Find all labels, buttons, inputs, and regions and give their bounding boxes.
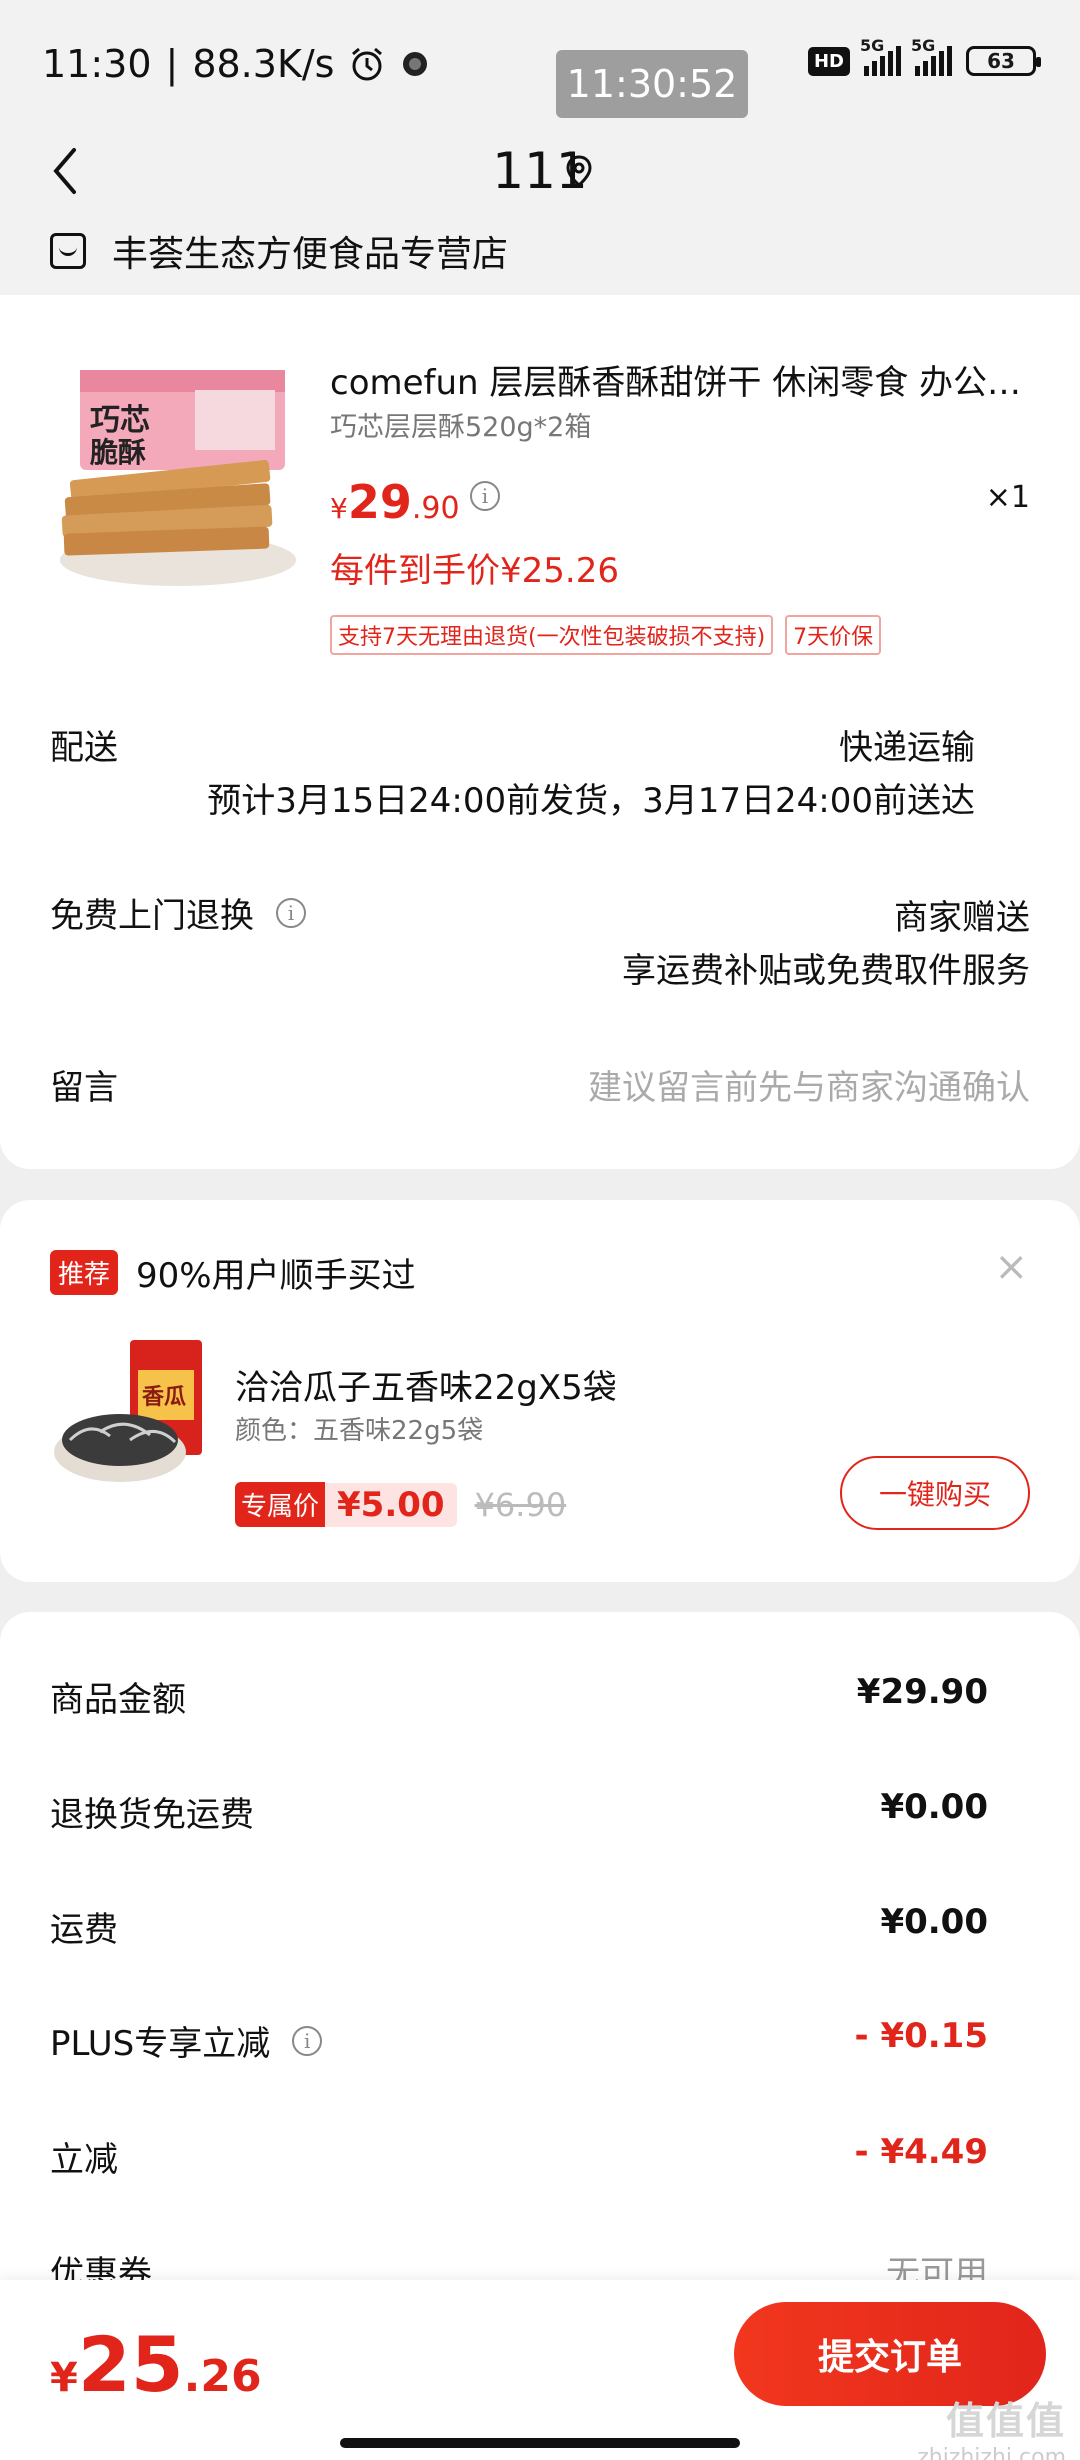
one-click-buy-button[interactable]: 一键购买 [840,1456,1030,1530]
summary-label-discount: 立减 [50,2140,118,2180]
product-title[interactable]: comefun 层层酥香酥甜饼干 休闲零食 办公室下午茶早餐代餐 [330,355,1030,404]
price-protect-tag: 7天价保 [785,615,882,655]
store-row[interactable]: 丰荟生态方便食品专营店 [50,225,508,277]
clock-overlay: 11:30:52 [556,50,748,118]
order-card: 丰荟生态方便食品专营店 巧芯 脆酥 comefun 层层酥香酥甜饼干 休闲零食 … [0,205,1080,1169]
original-price: ¥6.90 [474,1485,567,1524]
location-icon[interactable] [565,154,593,188]
delivery-method[interactable]: 快递运输 [839,720,975,769]
message-label: 留言 [50,1068,118,1108]
summary-value-discount: - ¥4.49 [854,2132,989,2172]
summary-label-plus: PLUS专享立减 [50,2024,271,2064]
recommend-item-spec: 颜色：五香味22g5袋 [235,1416,484,1446]
service-tags: 支持7天无理由退货(一次性包装破损不支持) 7天价保 [330,615,882,655]
signal-icon-2: 5G [911,36,952,76]
summary-label-shipping: 运费 [50,1910,118,1950]
quantity: ×1 [985,480,1030,515]
summary-value-goods: ¥29.90 [856,1672,988,1712]
store-name: 丰荟生态方便食品专营店 [112,234,509,275]
summary-value-plus: - ¥0.15 [854,2016,989,2056]
battery-icon: 63 [966,46,1041,76]
product-price: ¥ 29 .90 [330,475,460,529]
recommend-title: 90%用户顺手买过 [136,1256,416,1296]
recommend-item-image[interactable]: 香瓜 [50,1340,215,1490]
return-policy-tag: 支持7天无理由退货(一次性包装破损不支持) [330,615,774,655]
summary-card: 商品金额 ¥29.90 退换货免运费 ¥0.00 运费 ¥0.00 PLUS专享… [0,1612,1080,2302]
close-button[interactable]: × [994,1244,1028,1290]
plus-info-icon[interactable]: i [292,2025,323,2056]
return-service-value: 商家赠送 [894,898,1030,938]
recommend-item-name[interactable]: 洽洽瓜子五香味22gX5袋 [235,1360,617,1409]
message-input[interactable]: 建议留言前先与商家沟通确认 [588,1060,1030,1109]
summary-value-return-shipping: ¥0.00 [880,1787,988,1827]
notification-icon [403,52,428,76]
delivery-label: 配送 [50,728,118,768]
recommend-price: 专属价 ¥5.00 ¥6.90 [235,1482,566,1527]
return-service-label: 免费上门退换 [50,896,254,936]
signal-icon-1: 5G [860,36,901,76]
status-time: 11:30 [42,42,152,86]
recommend-card: 推荐 90%用户顺手买过 × 香瓜 洽洽瓜子五香味22gX5袋 颜色：五香味22… [0,1200,1080,1582]
svg-text:脆酥: 脆酥 [89,436,146,468]
status-bar: 11:30 | 88.3K/s 11:30:52 HD 5G 5G 63 [0,0,1080,120]
summary-plus-row: PLUS专享立减 i [50,2016,323,2065]
bottom-bar: ¥ 25 .26 提交订单 值值值 zhizhizhi.com [0,2280,1080,2460]
store-icon [50,233,86,269]
product-spec: 巧芯层层酥520g*2箱 [330,412,592,443]
return-info-icon[interactable]: i [276,897,306,928]
summary-label-return-shipping: 退换货免运费 [50,1795,254,1835]
exclusive-price: ¥5.00 [325,1482,457,1527]
page-title: 111 [492,142,588,200]
summary-label-goods: 商品金额 [50,1680,186,1720]
return-service-row: 免费上门退换 i [50,888,306,937]
status-right: HD 5G 5G 63 [807,36,1041,76]
return-service-detail: 享运费补贴或免费取件服务 [622,951,1030,991]
price-info-icon[interactable]: i [470,481,500,511]
product-image[interactable]: 巧芯 脆酥 [50,360,305,590]
alarm-icon [352,47,383,81]
net-price: 每件到手价¥25.26 [330,551,619,591]
svg-text:巧芯: 巧芯 [90,404,150,437]
svg-text:香瓜: 香瓜 [142,1384,186,1409]
status-left: 11:30 | 88.3K/s [42,42,430,86]
total-price: ¥ 25 .26 [50,2320,262,2409]
exclusive-price-tag: 专属价 [235,1482,326,1527]
status-divider: | [165,42,179,86]
home-indicator[interactable] [340,2438,740,2448]
recommend-badge: 推荐 [50,1250,119,1295]
summary-value-shipping: ¥0.00 [880,1902,988,1942]
hd-badge: HD [807,46,850,76]
status-speed: 88.3K/s [192,42,335,86]
delivery-estimate[interactable]: 预计3月15日24:00前发货，3月17日24:00前送达 [207,773,975,822]
watermark: 值值值 zhizhizhi.com [917,2399,1066,2460]
